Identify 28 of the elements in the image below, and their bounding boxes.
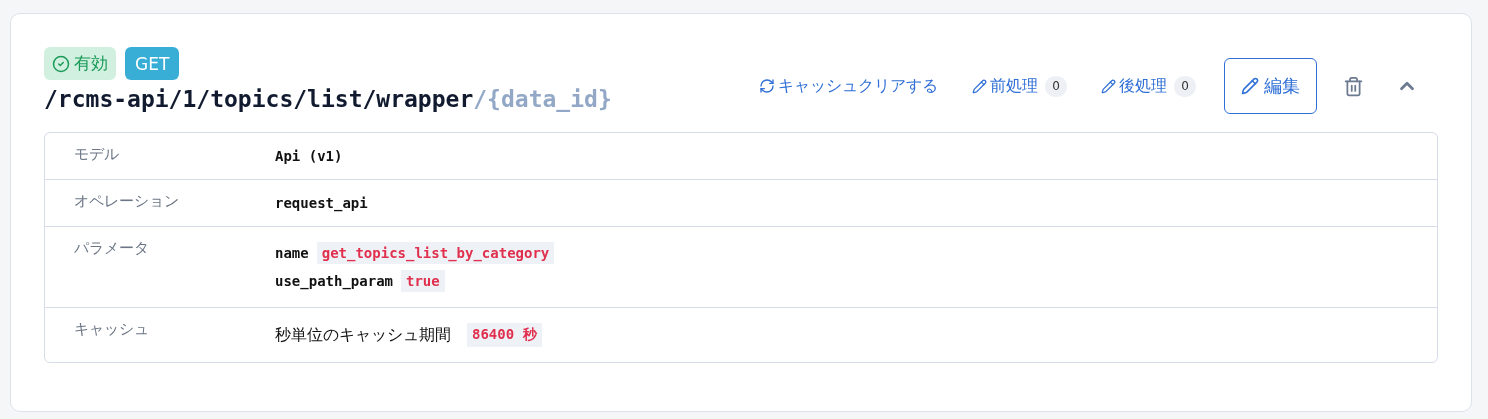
edit-button[interactable]: 編集 <box>1224 58 1317 114</box>
trash-icon <box>1343 75 1364 97</box>
endpoint-path: /rcms-api/1/topics/list/wrapper/{data_id} <box>44 86 612 112</box>
detail-label: モデル <box>73 145 120 164</box>
detail-label: キャッシュ <box>73 320 150 340</box>
detail-label: パラメータ <box>73 239 150 259</box>
pre-process-link[interactable]: 前処理 0 <box>972 75 1067 97</box>
check-icon <box>52 54 70 73</box>
method-badge: GET <box>125 47 180 80</box>
cache-value: 86400 秒 <box>467 323 542 347</box>
detail-value: request_api <box>275 195 369 211</box>
delete-button[interactable] <box>1343 75 1364 97</box>
detail-label: オペレーション <box>73 192 180 211</box>
pencil-icon <box>972 78 987 94</box>
count-badge: 0 <box>1045 75 1067 97</box>
status-badge: 有効 <box>44 47 116 80</box>
param-name: name <box>275 245 309 261</box>
param-value: get_topics_list_by_category <box>316 242 555 264</box>
detail-value: Api (v1) <box>275 148 344 164</box>
pencil-icon <box>1101 78 1116 94</box>
refresh-icon <box>759 78 775 94</box>
cache-description: 秒単位のキャッシュ期間 <box>275 324 451 346</box>
param-value: true <box>401 270 445 292</box>
post-process-link[interactable]: 後処理 0 <box>1101 75 1196 97</box>
cache-clear-link[interactable]: キャッシュクリアする <box>759 75 938 97</box>
pencil-icon <box>1241 77 1259 95</box>
param-name: use_path_param <box>275 273 393 289</box>
count-badge: 0 <box>1174 75 1196 97</box>
